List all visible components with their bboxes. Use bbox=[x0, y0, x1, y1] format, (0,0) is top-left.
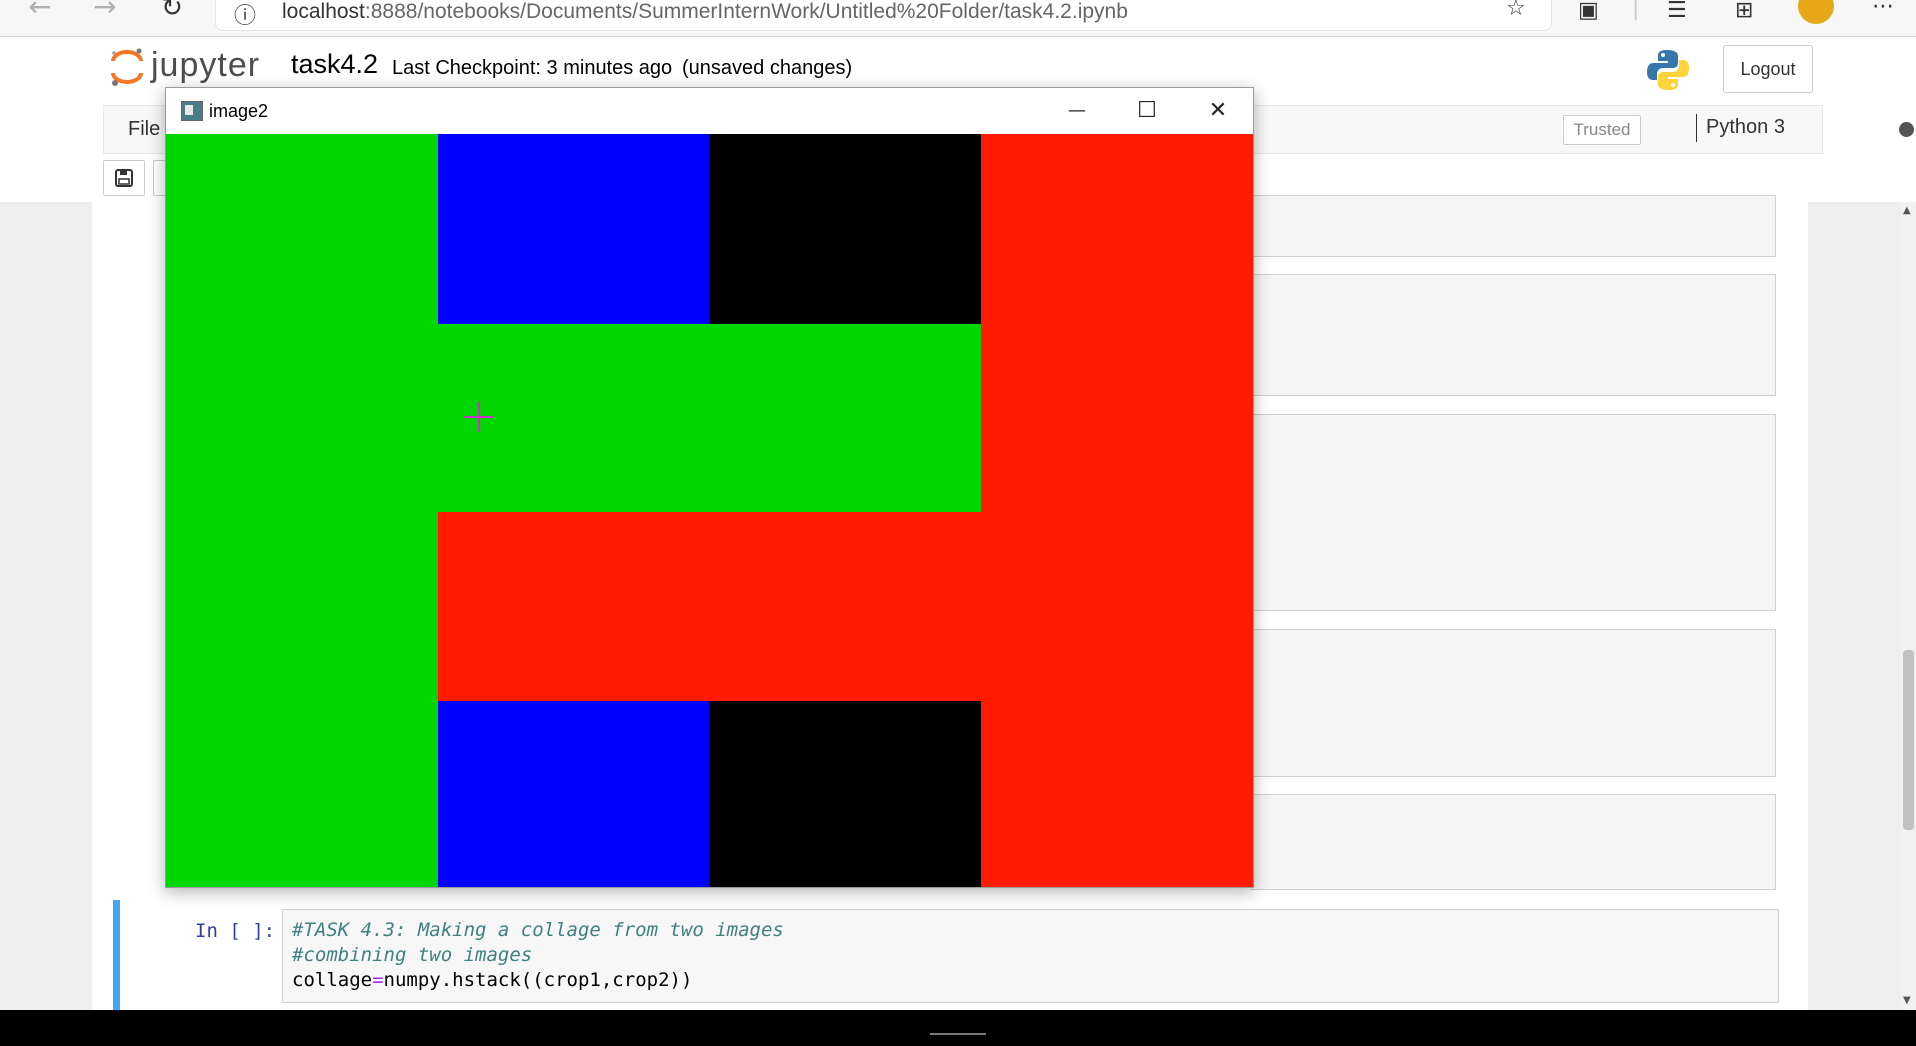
code-statement-line: collage=numpy.hstack((crop1,crop2)) bbox=[292, 968, 1778, 993]
crosshair-cursor-icon bbox=[464, 402, 494, 432]
green-block-middle bbox=[438, 324, 981, 512]
image-window-title: image2 bbox=[209, 101, 269, 121]
code-operator: = bbox=[372, 969, 384, 991]
output-cell[interactable] bbox=[1250, 274, 1776, 396]
code-editor[interactable]: #TASK 4.3: Making a collage from two ima… bbox=[282, 909, 1779, 1003]
checkpoint-status: Last Checkpoint: 3 minutes ago bbox=[392, 57, 673, 79]
taskbar bbox=[0, 1010, 1916, 1046]
image-canvas[interactable] bbox=[166, 134, 1253, 887]
more-icon[interactable]: ⋯ bbox=[1872, 0, 1894, 19]
code-cell-selected[interactable]: In [ ]: #TASK 4.3: Making a collage from… bbox=[113, 900, 1790, 1012]
maximize-icon[interactable]: ☐ bbox=[1112, 88, 1182, 134]
blue-block-bottom bbox=[438, 701, 709, 887]
logout-button[interactable]: Logout bbox=[1723, 45, 1813, 93]
menu-file[interactable]: File bbox=[128, 118, 160, 141]
kernel-status-indicator bbox=[1899, 122, 1914, 137]
forward-icon[interactable]: → bbox=[85, 0, 125, 30]
output-cell[interactable] bbox=[1250, 195, 1776, 257]
jupyter-logo-text: jupyter bbox=[151, 46, 261, 84]
kernel-separator bbox=[1696, 114, 1697, 142]
browser-toolbar: ← → ↻ ⓘ localhost:8888/notebooks/Documen… bbox=[0, 0, 1916, 37]
black-block-top bbox=[709, 134, 981, 324]
output-cell[interactable] bbox=[1250, 629, 1776, 777]
black-block-bottom bbox=[709, 701, 981, 887]
window-app-icon bbox=[181, 101, 203, 121]
scroll-down-icon[interactable]: ▼ bbox=[1903, 995, 1911, 1006]
collections-icon[interactable]: ⊞ bbox=[1735, 0, 1753, 23]
trusted-badge[interactable]: Trusted bbox=[1563, 115, 1641, 145]
url-host: localhost bbox=[282, 0, 365, 23]
cell-prompt: In [ ]: bbox=[195, 920, 276, 942]
scroll-up-icon[interactable]: ▲ bbox=[1903, 205, 1911, 216]
extension-icon[interactable]: ▣ bbox=[1578, 0, 1599, 23]
output-cell[interactable] bbox=[1250, 794, 1776, 890]
info-icon[interactable]: ⓘ bbox=[234, 0, 256, 30]
refresh-icon[interactable]: ↻ bbox=[152, 0, 192, 30]
output-cell[interactable] bbox=[1250, 414, 1776, 611]
jupyter-logo-icon[interactable] bbox=[110, 47, 144, 87]
back-icon[interactable]: ← bbox=[20, 0, 60, 30]
image-window[interactable]: image2 — ☐ ✕ bbox=[165, 87, 1254, 888]
page-scrollbar[interactable] bbox=[1900, 202, 1916, 1010]
code-expression: numpy.hstack((crop1,crop2)) bbox=[383, 969, 693, 991]
address-bar[interactable]: ⓘ localhost:8888/notebooks/Documents/Sum… bbox=[215, 0, 1552, 31]
image-window-titlebar[interactable]: image2 — ☐ ✕ bbox=[166, 88, 1253, 134]
save-icon bbox=[115, 169, 133, 187]
code-variable: collage bbox=[292, 969, 373, 991]
url-text[interactable]: localhost:8888/notebooks/Documents/Summe… bbox=[282, 0, 1128, 24]
code-comment-line: #TASK 4.3: Making a collage from two ima… bbox=[292, 919, 784, 941]
kernel-name[interactable]: Python 3 bbox=[1706, 116, 1785, 139]
red-block-middle bbox=[438, 512, 981, 701]
toolbar-separator: | bbox=[1632, 0, 1640, 21]
favorites-list-icon[interactable]: ☰ bbox=[1667, 0, 1687, 23]
profile-avatar[interactable] bbox=[1798, 0, 1834, 24]
scrollbar-thumb[interactable] bbox=[1903, 650, 1914, 830]
minimize-icon[interactable]: — bbox=[1042, 88, 1112, 134]
green-block-left bbox=[166, 134, 438, 887]
unsaved-status: (unsaved changes) bbox=[682, 57, 853, 79]
python-logo-icon bbox=[1647, 50, 1689, 90]
red-block-right bbox=[981, 134, 1253, 887]
favorite-icon[interactable]: ☆ bbox=[1506, 0, 1526, 21]
blue-block-top bbox=[438, 134, 709, 324]
notebook-title[interactable]: task4.2 bbox=[291, 49, 378, 80]
url-path: :8888/notebooks/Documents/SummerInternWo… bbox=[364, 0, 1128, 23]
save-button[interactable] bbox=[103, 160, 145, 196]
close-icon[interactable]: ✕ bbox=[1183, 88, 1253, 134]
code-comment-line: #combining two images bbox=[292, 944, 533, 966]
taskbar-indicator bbox=[930, 1033, 986, 1035]
